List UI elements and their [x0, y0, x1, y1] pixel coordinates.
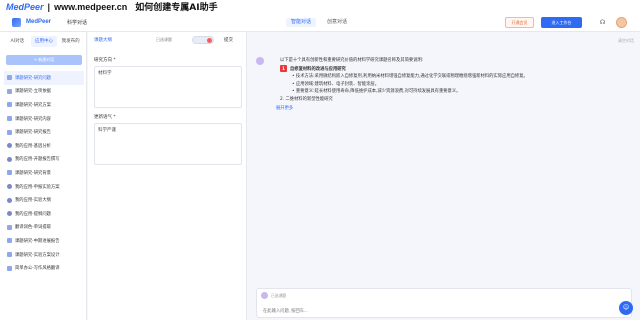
composer-title: 已选课题 — [271, 293, 287, 298]
message-bullet: • 技术方法:采用微结构嵌入自修复剂,利用纳米材料增强自修复能力,通过化学交联或… — [292, 74, 528, 79]
direction-field[interactable]: 材料学 — [94, 66, 242, 108]
brand-logo-icon — [12, 18, 21, 27]
banner-url: www.medpeer.cn — [54, 1, 128, 12]
list-item-label: 课题研究-实验方案设计 — [15, 252, 60, 258]
app-icon — [7, 170, 12, 176]
tab-smart-chat[interactable]: 智能对话 — [286, 18, 317, 27]
list-item-label: 课题研究-研究内容 — [15, 116, 51, 122]
user-app-icon — [7, 211, 12, 217]
tone-field[interactable]: 科学严谨 — [94, 123, 242, 165]
message-heading-2: 2. 二维材料的新型性能研究 — [280, 96, 333, 102]
clear-chat-button[interactable]: 清空对话 — [618, 38, 634, 44]
list-item-label: 课题研究-立项依据 — [15, 89, 51, 95]
message-heading-1: 1 自修复材料的改进与应用研究 — [256, 64, 624, 74]
app-icon — [7, 224, 12, 230]
message-input[interactable] — [263, 306, 613, 315]
user-app-icon — [7, 143, 12, 149]
mode-toggle[interactable] — [192, 36, 214, 44]
workspace-button[interactable]: 进入工作台 — [541, 17, 582, 28]
brand-name[interactable]: MedPeer — [26, 19, 51, 25]
field-label-tone: 更新语气 * — [94, 115, 116, 120]
list-item-label: 课题研究-研究报告 — [15, 130, 51, 136]
app-icon — [7, 88, 12, 94]
chat-panel: 清空对话 以下是十个具有创新性和重要研究价值的材料学研究课题名称及其简要说明: … — [248, 32, 640, 320]
list-item-label: 翻译润色-单词提取 — [15, 225, 51, 231]
list-item-label: 课题研究-研究背景 — [15, 170, 51, 176]
app-icon — [7, 75, 12, 81]
item-number-badge: 1 — [280, 64, 287, 72]
app-icon — [7, 116, 12, 122]
list-item[interactable]: 课题研究-中期进展报告 — [4, 234, 84, 248]
banner-logo: MedPeer — [6, 1, 44, 12]
headset-icon[interactable]: ☊ — [599, 19, 606, 26]
composer: 已选课题 — [256, 288, 632, 318]
message-bullet: • 重要意义:延长材料使用寿命,降低维护成本,减少资源浪费,对可持续发展具有重要… — [292, 89, 461, 94]
tab-creative-chat[interactable]: 创意对话 — [322, 18, 352, 27]
form-title: 课题大纲 — [94, 38, 112, 43]
list-item[interactable]: 课题研究-立项依据 — [4, 85, 84, 99]
list-item-label: 我的应用-开题报告撰写 — [15, 157, 60, 163]
list-item[interactable]: 课题研究-研究报告 — [4, 125, 84, 139]
list-item[interactable]: 我的应用-实验大纲 — [4, 193, 84, 207]
sidebar-tab-ai-chat[interactable]: AI对话 — [4, 36, 31, 47]
banner-slogan: 如何创建专属AI助手 — [135, 3, 218, 13]
list-item[interactable]: 翻译润色-单词提取 — [4, 221, 84, 235]
bot-avatar-icon — [256, 57, 264, 65]
chat-support-icon[interactable]: ☺ — [619, 301, 633, 315]
user-app-icon — [7, 184, 12, 190]
list-item[interactable]: 课题研究-研究内容 — [4, 112, 84, 126]
item-title: 自修复材料的改进与应用研究 — [290, 66, 346, 72]
app-icon — [7, 265, 12, 271]
list-item[interactable]: 课题研究-实验方案设计 — [4, 248, 84, 262]
member-button[interactable]: 开通会员 — [505, 17, 534, 28]
avatar[interactable] — [616, 17, 627, 28]
toggle-knob — [207, 38, 212, 43]
list-item-label: 课题研究-研究方案 — [15, 102, 51, 108]
message-bullet: • 应用领域:建筑材料、电子封装、智能涂层。 — [292, 81, 379, 87]
sidebar: AI对话 应用中心 我发布的 + 新建对话 课题研究-研究问题 课题研究-立项依… — [0, 32, 87, 320]
sidebar-tabs: AI对话 应用中心 我发布的 — [4, 36, 84, 47]
list-item-label: 我的应用-基因分析 — [15, 143, 51, 149]
list-item[interactable]: 我的应用-基因分析 — [4, 139, 84, 153]
app-icon — [7, 238, 12, 244]
banner-separator: | — [47, 1, 51, 12]
app-icon — [7, 129, 12, 135]
user-app-icon — [7, 156, 12, 162]
message-intro: 以下是十个具有创新性和重要研究价值的材料学研究课题名称及其简要说明: — [280, 58, 424, 63]
promo-banner: MedPeer | www.medpeer.cn 如何创建专属AI助手 — [0, 0, 640, 13]
section-title[interactable]: 科学对话 — [67, 19, 87, 26]
composer-app-icon — [261, 292, 268, 299]
list-item[interactable]: 我的应用-提纲问题 — [4, 207, 84, 221]
list-item[interactable]: 课题研究-研究背景 — [4, 166, 84, 180]
list-item-label: 简单办公-写作风格翻译 — [15, 266, 60, 272]
list-item[interactable]: 课题研究-研究问题 — [4, 71, 84, 85]
list-item[interactable]: 我的应用-申报实验方案 — [4, 180, 84, 194]
list-item-label: 我的应用-申报实验方案 — [15, 184, 60, 190]
submit-button[interactable]: 提交 — [224, 37, 233, 43]
top-navigation: MedPeer 科学对话 智能对话 创意对话 开通会员 进入工作台 ☊ — [0, 13, 640, 32]
expand-more-link[interactable]: 展开更多 — [256, 105, 624, 113]
app-form-panel: 课题大纲 已选课题 提交 研究方向 * 材料学 更新语气 * 科学严谨 — [88, 32, 247, 320]
app-list: 课题研究-研究问题 课题研究-立项依据 课题研究-研究方案 课题研究-研究内容 … — [4, 71, 84, 275]
field-label-direction: 研究方向 * — [94, 58, 116, 63]
app-icon — [7, 252, 12, 258]
form-badge: 已选课题 — [156, 37, 172, 42]
sidebar-tab-my-published[interactable]: 我发布的 — [57, 36, 84, 47]
app-icon — [7, 102, 12, 108]
list-item[interactable]: 简单办公-写作风格翻译 — [4, 261, 84, 275]
list-item-label: 我的应用-实验大纲 — [15, 198, 51, 204]
list-item-label: 我的应用-提纲问题 — [15, 211, 51, 217]
new-chat-button[interactable]: + 新建对话 — [6, 55, 82, 65]
list-item-label: 课题研究-中期进展报告 — [15, 238, 60, 244]
user-app-icon — [7, 197, 12, 203]
sidebar-tab-app-center[interactable]: 应用中心 — [30, 36, 58, 47]
list-item[interactable]: 我的应用-开题报告撰写 — [4, 153, 84, 167]
list-item[interactable]: 课题研究-研究方案 — [4, 98, 84, 112]
assistant-message: 以下是十个具有创新性和重要研究价值的材料学研究课题名称及其简要说明: 1 自修复材… — [256, 57, 624, 113]
list-item-label: 课题研究-研究问题 — [15, 75, 51, 81]
